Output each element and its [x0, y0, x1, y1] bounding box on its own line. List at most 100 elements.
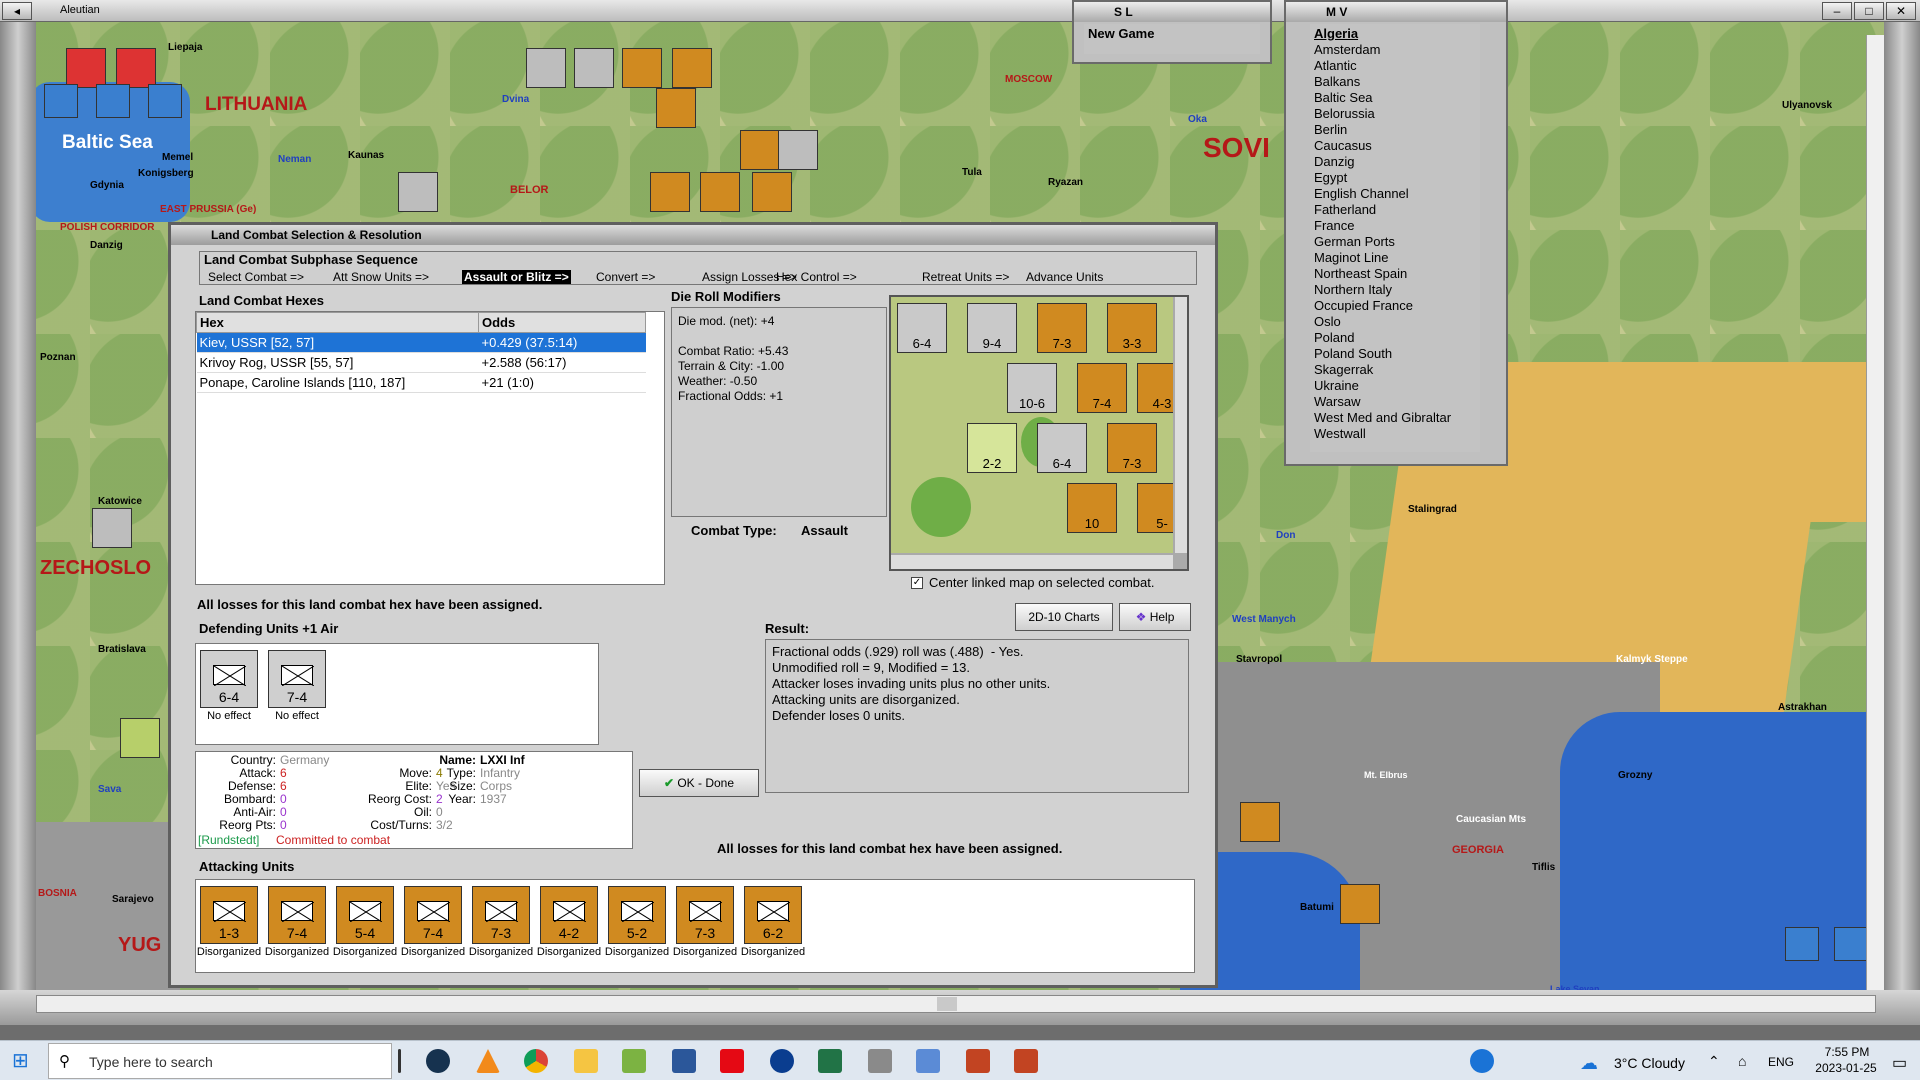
- help-button[interactable]: ❖ Help: [1119, 603, 1191, 631]
- notification-icon[interactable]: ▭: [1892, 1053, 1907, 1073]
- map-view-item[interactable]: Poland South: [1314, 346, 1476, 362]
- mini-map-counter[interactable]: 3-3: [1107, 303, 1157, 353]
- mini-map-hscroll[interactable]: [891, 555, 1173, 569]
- map-view-item[interactable]: West Med and Gibraltar: [1314, 410, 1476, 426]
- map-unit-counter[interactable]: [1340, 884, 1380, 924]
- map-view-item[interactable]: Algeria: [1314, 26, 1476, 42]
- map-unit-counter[interactable]: [622, 48, 662, 88]
- map-view-item[interactable]: Oslo: [1314, 314, 1476, 330]
- mini-map-counter[interactable]: 10-6: [1007, 363, 1057, 413]
- map-unit-counter[interactable]: [96, 84, 130, 118]
- disney-icon[interactable]: [770, 1049, 794, 1073]
- unit-counter[interactable]: 6-2: [744, 886, 802, 944]
- excel-icon[interactable]: [818, 1049, 842, 1073]
- scroll-thumb[interactable]: [937, 997, 957, 1011]
- unit-counter[interactable]: 7-4: [404, 886, 462, 944]
- unit-counter[interactable]: 6-4: [200, 650, 258, 708]
- unit-counter[interactable]: 7-3: [472, 886, 530, 944]
- close-button[interactable]: ✕: [1886, 2, 1916, 20]
- unit-counter[interactable]: 5-4: [336, 886, 394, 944]
- hex-list[interactable]: Hex Odds Kiev, USSR [52, 57] +0.429 (37.5…: [195, 311, 665, 585]
- mini-map-counter[interactable]: 5-: [1137, 483, 1173, 533]
- language-indicator[interactable]: ENG: [1768, 1055, 1794, 1069]
- map-unit-counter[interactable]: [574, 48, 614, 88]
- map-view-item[interactable]: Fatherland: [1314, 202, 1476, 218]
- unit-counter[interactable]: 1-3: [200, 886, 258, 944]
- mini-map-counter[interactable]: 7-3: [1107, 423, 1157, 473]
- map-view-item[interactable]: Warsaw: [1314, 394, 1476, 410]
- mini-map-counter[interactable]: 9-4: [967, 303, 1017, 353]
- map-view-item[interactable]: Westwall: [1314, 426, 1476, 442]
- map-unit-counter[interactable]: [1240, 802, 1280, 842]
- word-icon[interactable]: [672, 1049, 696, 1073]
- map-unit-counter[interactable]: [672, 48, 712, 88]
- weather-text[interactable]: 3°C Cloudy: [1614, 1055, 1685, 1071]
- netflix-icon[interactable]: [720, 1049, 744, 1073]
- map-view-item[interactable]: Amsterdam: [1314, 42, 1476, 58]
- ok-done-button[interactable]: ✔ OK - Done: [639, 769, 759, 797]
- notepad-icon[interactable]: [622, 1049, 646, 1073]
- mini-map[interactable]: ✸ 6-49-47-33-310-67-44-32-26-47-3105-: [889, 295, 1189, 571]
- map-unit-counter[interactable]: [1785, 927, 1819, 961]
- mini-map-view[interactable]: ✸ 6-49-47-33-310-67-44-32-26-47-3105-: [891, 297, 1173, 553]
- map-unit-counter[interactable]: [120, 718, 160, 758]
- clock-date[interactable]: 2023-01-25: [1806, 1061, 1886, 1075]
- map-view-item[interactable]: Danzig: [1314, 154, 1476, 170]
- chevron-up-icon[interactable]: ⌃: [1708, 1053, 1720, 1070]
- file-explorer-icon[interactable]: [574, 1049, 598, 1073]
- map-view-item[interactable]: Northeast Spain: [1314, 266, 1476, 282]
- vlc-icon[interactable]: [476, 1049, 500, 1073]
- map-unit-counter[interactable]: [1834, 927, 1868, 961]
- mini-map-counter[interactable]: 7-4: [1077, 363, 1127, 413]
- unit-counter[interactable]: 4-2: [540, 886, 598, 944]
- map-horizontal-scrollbar[interactable]: [36, 995, 1876, 1013]
- task-view-icon[interactable]: [398, 1049, 401, 1073]
- map-unit-counter[interactable]: [650, 172, 690, 212]
- map-unit-counter[interactable]: [740, 130, 780, 170]
- map-view-item[interactable]: Northern Italy: [1314, 282, 1476, 298]
- odds-column-header[interactable]: Odds: [478, 312, 646, 333]
- defending-units[interactable]: 6-4 No effect 7-4 No effect: [195, 643, 599, 745]
- map-unit-counter[interactable]: [700, 172, 740, 212]
- help-tray-icon[interactable]: [1470, 1049, 1494, 1073]
- mini-map-counter[interactable]: 7-3: [1037, 303, 1087, 353]
- map-view-item[interactable]: Caucasus: [1314, 138, 1476, 154]
- unit-counter[interactable]: 7-4: [268, 886, 326, 944]
- map-view-item[interactable]: Balkans: [1314, 74, 1476, 90]
- map-view-item[interactable]: Atlantic: [1314, 58, 1476, 74]
- mini-map-counter[interactable]: 2-2: [967, 423, 1017, 473]
- search-box[interactable]: ⚲ Type here to search: [48, 1043, 392, 1079]
- map-view-item[interactable]: Egypt: [1314, 170, 1476, 186]
- table-row[interactable]: Ponape, Caroline Islands [110, 187] +21 (…: [196, 372, 646, 393]
- map-unit-counter[interactable]: [752, 172, 792, 212]
- unit-counter[interactable]: 7-3: [676, 886, 734, 944]
- map-unit-counter[interactable]: [116, 48, 156, 88]
- new-game-item[interactable]: New Game: [1084, 24, 1260, 54]
- hex-column-header[interactable]: Hex: [196, 312, 479, 333]
- map-view-item[interactable]: Baltic Sea: [1314, 90, 1476, 106]
- clock-time[interactable]: 7:55 PM: [1812, 1045, 1882, 1059]
- map-view-item[interactable]: France: [1314, 218, 1476, 234]
- mini-map-counter[interactable]: 6-4: [1037, 423, 1087, 473]
- map-view-item[interactable]: Ukraine: [1314, 378, 1476, 394]
- map-view-item[interactable]: Belorussia: [1314, 106, 1476, 122]
- map-view-item[interactable]: Berlin: [1314, 122, 1476, 138]
- game-icon-2[interactable]: [1014, 1049, 1038, 1073]
- calculator-icon[interactable]: [868, 1049, 892, 1073]
- chrome-icon[interactable]: [524, 1049, 548, 1073]
- game-icon[interactable]: [966, 1049, 990, 1073]
- charts-button[interactable]: 2D-10 Charts: [1015, 603, 1113, 631]
- table-row[interactable]: Kiev, USSR [52, 57] +0.429 (37.5:14): [196, 332, 646, 353]
- map-unit-counter[interactable]: [526, 48, 566, 88]
- map-view-item[interactable]: Poland: [1314, 330, 1476, 346]
- steam-icon[interactable]: [426, 1049, 450, 1073]
- map-unit-counter[interactable]: [44, 84, 78, 118]
- map-view-item[interactable]: German Ports: [1314, 234, 1476, 250]
- table-row[interactable]: Krivoy Rog, USSR [55, 57] +2.588 (56:17): [196, 352, 646, 373]
- app-window-icon[interactable]: [916, 1049, 940, 1073]
- map-unit-counter[interactable]: [148, 84, 182, 118]
- map-vertical-scrollbar[interactable]: [1866, 35, 1884, 995]
- network-icon[interactable]: ⌂: [1738, 1053, 1746, 1069]
- map-unit-counter[interactable]: [92, 508, 132, 548]
- map-view-item[interactable]: Occupied France: [1314, 298, 1476, 314]
